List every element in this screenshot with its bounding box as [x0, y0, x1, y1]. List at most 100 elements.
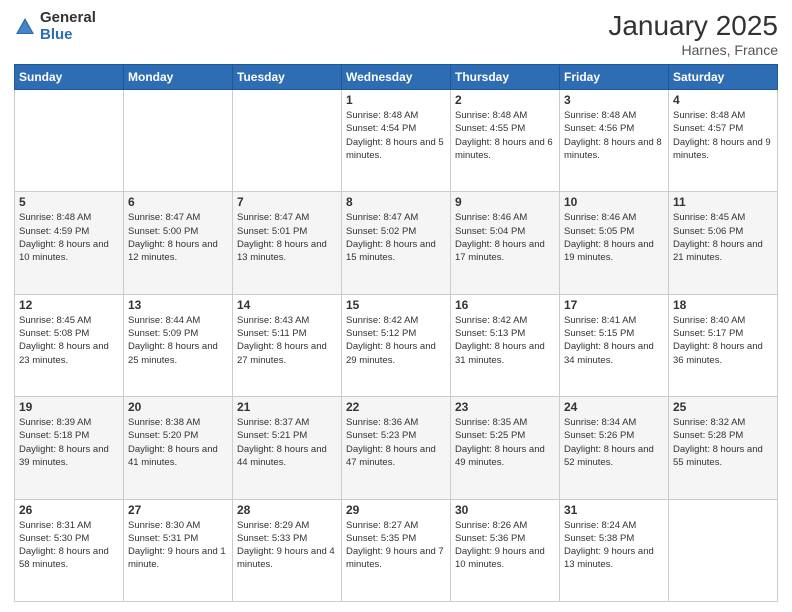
calendar-week-row: 19 Sunrise: 8:39 AM Sunset: 5:18 PM Dayli…: [15, 397, 778, 499]
calendar-cell: 19 Sunrise: 8:39 AM Sunset: 5:18 PM Dayli…: [15, 397, 124, 499]
day-number: 5: [19, 195, 119, 209]
day-info: Sunrise: 8:36 AM Sunset: 5:23 PM Dayligh…: [346, 416, 446, 469]
calendar-week-row: 5Sunrise: 8:48 AM Sunset: 4:59 PM Daylig…: [15, 192, 778, 294]
calendar-cell: 17 Sunrise: 8:41 AM Sunset: 5:15 PM Dayli…: [560, 294, 669, 396]
calendar-cell: 10 Sunrise: 8:46 AM Sunset: 5:05 PM Dayli…: [560, 192, 669, 294]
location: Harnes, France: [608, 42, 778, 58]
day-info: Sunrise: 8:48 AM Sunset: 4:54 PM Dayligh…: [346, 109, 446, 162]
day-number: 31: [564, 503, 664, 517]
day-info: Sunrise: 8:45 AM Sunset: 5:08 PM Dayligh…: [19, 314, 119, 367]
day-info: Sunrise: 8:26 AM Sunset: 5:36 PM Dayligh…: [455, 519, 555, 572]
calendar-day-header: Tuesday: [233, 65, 342, 90]
calendar-cell: 22 Sunrise: 8:36 AM Sunset: 5:23 PM Dayli…: [342, 397, 451, 499]
day-info: Sunrise: 8:46 AM Sunset: 5:04 PM Dayligh…: [455, 211, 555, 264]
day-info: Sunrise: 8:31 AM Sunset: 5:30 PM Dayligh…: [19, 519, 119, 572]
calendar-cell: 24 Sunrise: 8:34 AM Sunset: 5:26 PM Dayli…: [560, 397, 669, 499]
logo-blue: Blue: [40, 27, 96, 44]
day-info: Sunrise: 8:48 AM Sunset: 4:57 PM Dayligh…: [673, 109, 773, 162]
logo-general: General: [40, 10, 96, 27]
day-info: Sunrise: 8:45 AM Sunset: 5:06 PM Dayligh…: [673, 211, 773, 264]
calendar-cell: 6 Sunrise: 8:47 AM Sunset: 5:00 PM Daylig…: [124, 192, 233, 294]
day-info: Sunrise: 8:40 AM Sunset: 5:17 PM Dayligh…: [673, 314, 773, 367]
day-number: 3: [564, 93, 664, 107]
calendar-day-header: Saturday: [669, 65, 778, 90]
day-info: Sunrise: 8:47 AM Sunset: 5:01 PM Dayligh…: [237, 211, 337, 264]
day-number: 7: [237, 195, 337, 209]
day-info: Sunrise: 8:42 AM Sunset: 5:13 PM Dayligh…: [455, 314, 555, 367]
calendar-day-header: Wednesday: [342, 65, 451, 90]
day-number: 4: [673, 93, 773, 107]
calendar-cell: 15 Sunrise: 8:42 AM Sunset: 5:12 PM Dayli…: [342, 294, 451, 396]
day-info: Sunrise: 8:47 AM Sunset: 5:02 PM Dayligh…: [346, 211, 446, 264]
calendar-day-header: Monday: [124, 65, 233, 90]
calendar-cell: 12 Sunrise: 8:45 AM Sunset: 5:08 PM Dayli…: [15, 294, 124, 396]
calendar-cell: 2 Sunrise: 8:48 AM Sunset: 4:55 PM Daylig…: [451, 90, 560, 192]
calendar-table: SundayMondayTuesdayWednesdayThursdayFrid…: [14, 64, 778, 602]
calendar-cell: 28 Sunrise: 8:29 AM Sunset: 5:33 PM Dayli…: [233, 499, 342, 601]
day-number: 6: [128, 195, 228, 209]
day-info: Sunrise: 8:47 AM Sunset: 5:00 PM Dayligh…: [128, 211, 228, 264]
header: General Blue January 2025 Harnes, France: [14, 10, 778, 58]
day-number: 24: [564, 400, 664, 414]
calendar-cell: 7 Sunrise: 8:47 AM Sunset: 5:01 PM Daylig…: [233, 192, 342, 294]
day-number: 19: [19, 400, 119, 414]
day-number: 30: [455, 503, 555, 517]
day-info: Sunrise: 8:34 AM Sunset: 5:26 PM Dayligh…: [564, 416, 664, 469]
calendar-cell: 3Sunrise: 8:48 AM Sunset: 4:56 PM Daylig…: [560, 90, 669, 192]
day-number: 26: [19, 503, 119, 517]
calendar-cell: 8Sunrise: 8:47 AM Sunset: 5:02 PM Daylig…: [342, 192, 451, 294]
day-info: Sunrise: 8:29 AM Sunset: 5:33 PM Dayligh…: [237, 519, 337, 572]
calendar-cell: 13Sunrise: 8:44 AM Sunset: 5:09 PM Dayli…: [124, 294, 233, 396]
title-block: January 2025 Harnes, France: [608, 10, 778, 58]
calendar-cell: [124, 90, 233, 192]
calendar-header-row: SundayMondayTuesdayWednesdayThursdayFrid…: [15, 65, 778, 90]
day-number: 9: [455, 195, 555, 209]
day-number: 10: [564, 195, 664, 209]
day-info: Sunrise: 8:32 AM Sunset: 5:28 PM Dayligh…: [673, 416, 773, 469]
calendar-day-header: Sunday: [15, 65, 124, 90]
day-info: Sunrise: 8:39 AM Sunset: 5:18 PM Dayligh…: [19, 416, 119, 469]
day-number: 1: [346, 93, 446, 107]
day-info: Sunrise: 8:46 AM Sunset: 5:05 PM Dayligh…: [564, 211, 664, 264]
calendar-cell: 25 Sunrise: 8:32 AM Sunset: 5:28 PM Dayli…: [669, 397, 778, 499]
logo-icon: [14, 16, 36, 38]
day-info: Sunrise: 8:27 AM Sunset: 5:35 PM Dayligh…: [346, 519, 446, 572]
day-number: 15: [346, 298, 446, 312]
calendar-cell: 14Sunrise: 8:43 AM Sunset: 5:11 PM Dayli…: [233, 294, 342, 396]
day-number: 21: [237, 400, 337, 414]
calendar-cell: [233, 90, 342, 192]
day-number: 20: [128, 400, 228, 414]
calendar-cell: 20 Sunrise: 8:38 AM Sunset: 5:20 PM Dayli…: [124, 397, 233, 499]
page: General Blue January 2025 Harnes, France…: [0, 0, 792, 612]
month-title: January 2025: [608, 10, 778, 42]
day-number: 25: [673, 400, 773, 414]
day-info: Sunrise: 8:48 AM Sunset: 4:55 PM Dayligh…: [455, 109, 555, 162]
day-number: 27: [128, 503, 228, 517]
logo: General Blue: [14, 10, 96, 43]
day-number: 18: [673, 298, 773, 312]
day-info: Sunrise: 8:38 AM Sunset: 5:20 PM Dayligh…: [128, 416, 228, 469]
calendar-day-header: Thursday: [451, 65, 560, 90]
day-number: 11: [673, 195, 773, 209]
calendar-week-row: 1 Sunrise: 8:48 AM Sunset: 4:54 PM Daylig…: [15, 90, 778, 192]
calendar-cell: [669, 499, 778, 601]
calendar-week-row: 26 Sunrise: 8:31 AM Sunset: 5:30 PM Dayli…: [15, 499, 778, 601]
day-number: 28: [237, 503, 337, 517]
calendar-cell: 27 Sunrise: 8:30 AM Sunset: 5:31 PM Dayli…: [124, 499, 233, 601]
day-number: 23: [455, 400, 555, 414]
calendar-cell: 5Sunrise: 8:48 AM Sunset: 4:59 PM Daylig…: [15, 192, 124, 294]
calendar-cell: 31Sunrise: 8:24 AM Sunset: 5:38 PM Dayli…: [560, 499, 669, 601]
day-number: 17: [564, 298, 664, 312]
calendar-cell: 30 Sunrise: 8:26 AM Sunset: 5:36 PM Dayli…: [451, 499, 560, 601]
day-number: 2: [455, 93, 555, 107]
day-info: Sunrise: 8:30 AM Sunset: 5:31 PM Dayligh…: [128, 519, 228, 572]
calendar-cell: 18 Sunrise: 8:40 AM Sunset: 5:17 PM Dayli…: [669, 294, 778, 396]
day-info: Sunrise: 8:41 AM Sunset: 5:15 PM Dayligh…: [564, 314, 664, 367]
day-number: 12: [19, 298, 119, 312]
day-number: 29: [346, 503, 446, 517]
calendar-cell: 23 Sunrise: 8:35 AM Sunset: 5:25 PM Dayli…: [451, 397, 560, 499]
day-info: Sunrise: 8:35 AM Sunset: 5:25 PM Dayligh…: [455, 416, 555, 469]
day-number: 16: [455, 298, 555, 312]
day-info: Sunrise: 8:42 AM Sunset: 5:12 PM Dayligh…: [346, 314, 446, 367]
day-number: 22: [346, 400, 446, 414]
